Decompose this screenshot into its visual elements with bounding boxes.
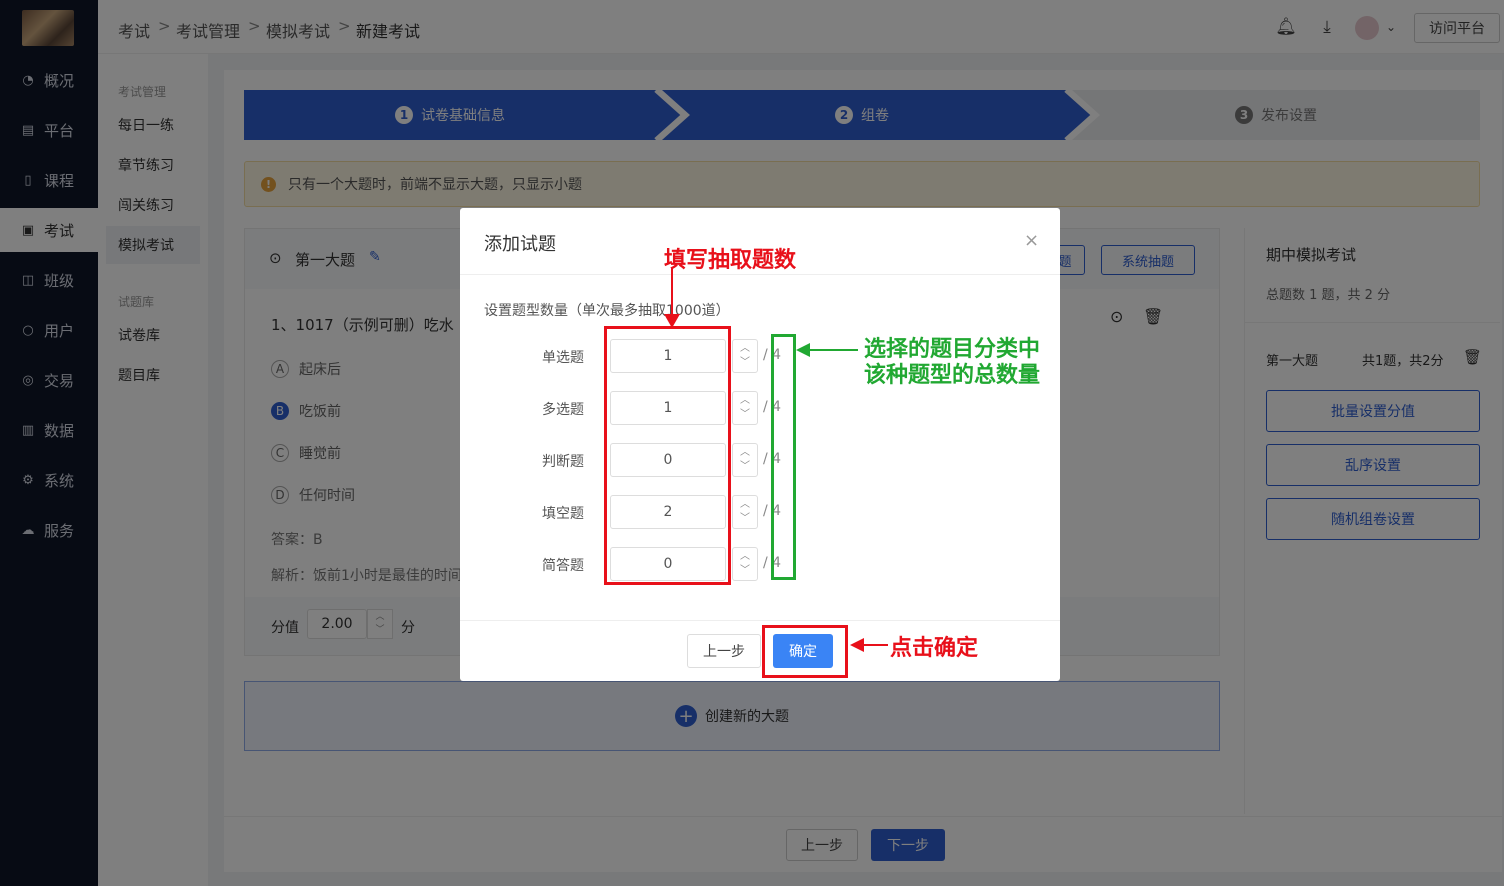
annotation-click-confirm: 点击确定 [890,635,979,661]
annotation-line: 该种题型的总数量 [864,362,1041,388]
annotation-arrows [664,268,888,652]
annotation-fill-count: 填写抽取题数 [664,247,797,273]
annotation-category-total: 选择的题目分类中 该种题型的总数量 [864,336,1040,388]
annotation-line: 选择的题目分类中 [864,336,1041,362]
